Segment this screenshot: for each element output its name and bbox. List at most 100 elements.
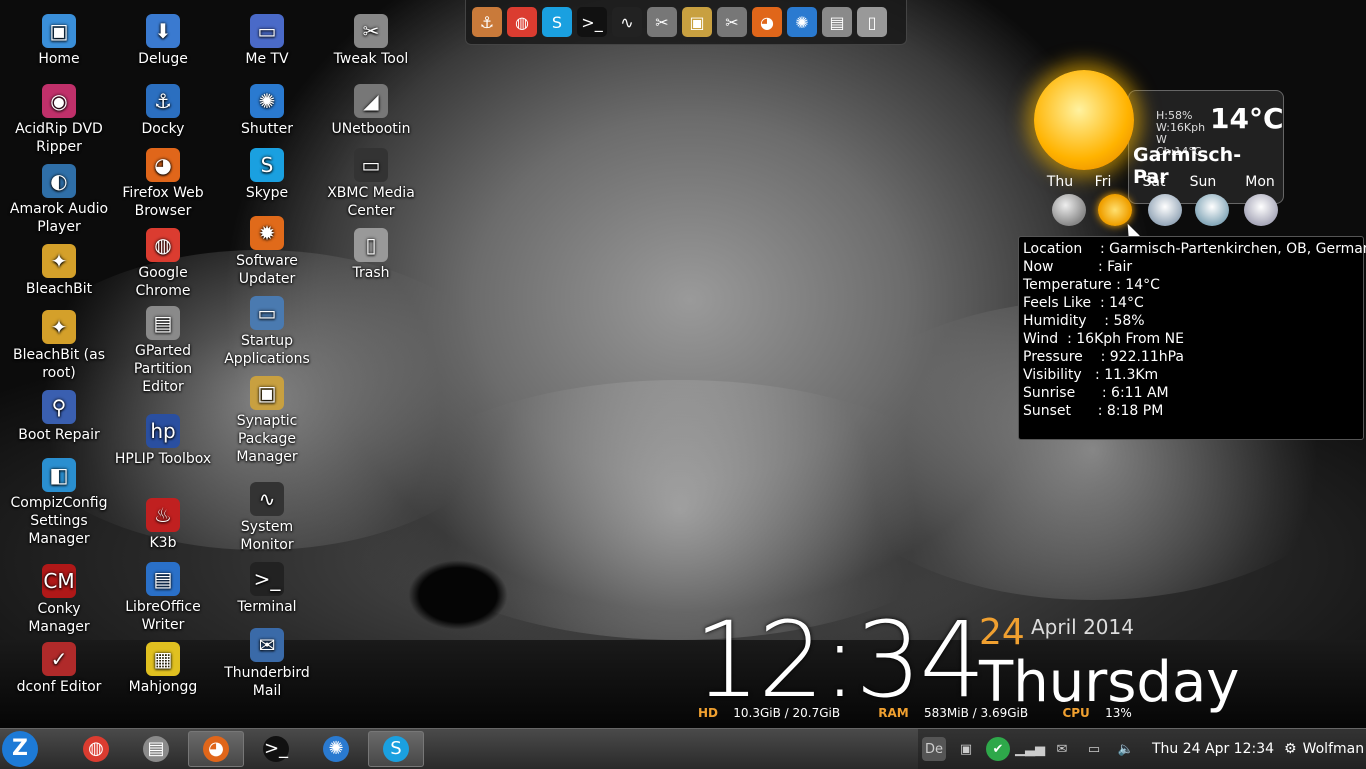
tooltip-line: Sunrise : 6:11 AM	[1023, 385, 1169, 401]
dvd-icon: ◉	[42, 84, 76, 118]
conky-icon: CM	[42, 564, 76, 598]
desktop-icon-updater[interactable]: ✹ Software Updater	[215, 216, 319, 288]
keyboard-layout-icon[interactable]: De	[922, 737, 946, 761]
desktop-icon-bleachbit[interactable]: ✦ BleachBit	[7, 244, 111, 298]
check-icon[interactable]: ✔	[986, 737, 1010, 761]
forecast-day-4: Sun	[1189, 174, 1217, 190]
desktop-icon-label: Home	[38, 51, 80, 67]
desktop-icon-tweak-tool[interactable]: ✂ Tweak Tool	[319, 14, 423, 68]
gamepad-icon[interactable]: ▣	[954, 737, 978, 761]
desktop-icon-bleachbit-root[interactable]: ✦ BleachBit (as root)	[7, 310, 111, 382]
desktop-icon-thunderbird[interactable]: ✉ Thunderbird Mail	[215, 628, 319, 700]
battery-icon[interactable]: ▭	[1082, 737, 1106, 761]
dock-tweak-tool-icon[interactable]: ✂	[647, 7, 677, 37]
taskbar-chrome-icon[interactable]: ◍	[68, 731, 124, 767]
bleachbit-root-icon: ✦	[42, 310, 76, 344]
dock-chrome-icon[interactable]: ◍	[507, 7, 537, 37]
dock-firefox-icon[interactable]: ◕	[752, 7, 782, 37]
desktop-icon-firefox[interactable]: ◕ Firefox Web Browser	[111, 148, 215, 220]
dock-tweak-tool-2-icon[interactable]: ✂	[717, 7, 747, 37]
dconf-icon: ✓	[42, 642, 76, 676]
dock-shutter-icon[interactable]: ✺	[787, 7, 817, 37]
desktop-icon-k3b[interactable]: ♨ K3b	[111, 498, 215, 552]
taskbar-shutter-icon[interactable]: ✺	[308, 731, 364, 767]
tweak-tool-icon: ✂	[354, 14, 388, 48]
desktop-icon-writer[interactable]: ▤ LibreOffice Writer	[111, 562, 215, 634]
desktop-icon-hplip[interactable]: hp HPLIP Toolbox	[111, 414, 215, 468]
desktop-icon-deluge[interactable]: ⬇ Deluge	[111, 14, 215, 68]
dock-docky-icon[interactable]: ⚓	[472, 7, 502, 37]
desktop-icon-mahjongg[interactable]: ▦ Mahjongg	[111, 642, 215, 696]
tooltip-line: Pressure : 922.11hPa	[1023, 349, 1184, 365]
dock-synaptic-icon[interactable]: ▣	[682, 7, 712, 37]
desktop-icon-gparted[interactable]: ▤ GParted Partition Editor	[111, 306, 215, 396]
bleachbit-icon: ✦	[42, 244, 76, 278]
unetbootin-icon: ◢	[354, 84, 388, 118]
sun-small-icon	[1098, 194, 1132, 226]
taskbar-skype-icon[interactable]: S	[368, 731, 424, 767]
desktop-icon-xbmc[interactable]: ▭ XBMC Media Center	[319, 148, 423, 220]
desktop-icon-unetbootin[interactable]: ◢ UNetbootin	[319, 84, 423, 138]
desktop-icon-tv[interactable]: ▭ Me TV	[215, 14, 319, 68]
dock-gparted-icon[interactable]: ▤	[822, 7, 852, 37]
desktop-icon-folder-home[interactable]: ▣ Home	[7, 14, 111, 68]
desktop-icon-startup[interactable]: ▭ Startup Applications	[215, 296, 319, 368]
desktop-icon-boot-repair[interactable]: ⚲ Boot Repair	[7, 390, 111, 444]
desktop-icon-shutter[interactable]: ✺ Shutter	[215, 84, 319, 138]
forecast-day-2: Fri	[1094, 174, 1112, 190]
tooltip-line: Feels Like : 14°C	[1023, 295, 1144, 311]
dock-system-monitor-icon[interactable]: ∿	[612, 7, 642, 37]
desktop-icon-label: LibreOffice Writer	[125, 599, 201, 633]
desktop-icon-label: XBMC Media Center	[327, 185, 415, 219]
user-menu-gear-icon[interactable]: ⚙	[1284, 741, 1297, 757]
network-signal-icon[interactable]: ▁▃▅	[1015, 737, 1045, 761]
desktop-icon-skype[interactable]: S Skype	[215, 148, 319, 202]
desktop-icon-dconf[interactable]: ✓ dconf Editor	[7, 642, 111, 696]
dock-terminal-icon[interactable]: >_	[577, 7, 607, 37]
thunderbird-icon: ✉	[250, 628, 284, 662]
tray-datetime[interactable]: Thu 24 Apr 12:34	[1152, 741, 1274, 757]
desktop-icon-label: Skype	[245, 185, 289, 201]
desktop-icon-label: Software Updater	[236, 253, 298, 287]
skype-icon: S	[250, 148, 284, 182]
tooltip-line: Humidity : 58%	[1023, 313, 1145, 329]
desktop-icon-label: Amarok Audio Player	[9, 201, 109, 235]
taskbar-gparted-icon[interactable]: ▤	[128, 731, 184, 767]
desktop-icon-docky[interactable]: ⚓ Docky	[111, 84, 215, 138]
desktop-icon-label: Terminal	[237, 599, 297, 615]
desktop-icon-label: Thunderbird Mail	[224, 665, 310, 699]
clock-month-year: April 2014	[1031, 615, 1134, 639]
taskbar-firefox-icon[interactable]: ◕	[188, 731, 244, 767]
firefox-icon: ◕	[203, 736, 229, 762]
desktop-icon-dvd[interactable]: ◉ AcidRip DVD Ripper	[7, 84, 111, 156]
desktop-icon-terminal[interactable]: >_ Terminal	[215, 562, 319, 616]
volume-icon[interactable]: 🔈	[1114, 737, 1138, 761]
desktop-icon-trash[interactable]: ▯ Trash	[319, 228, 423, 282]
dock-skype-icon[interactable]: S	[542, 7, 572, 37]
chrome-icon: ◍	[83, 736, 109, 762]
desktop-icon-label: BleachBit (as root)	[12, 347, 106, 381]
zorin-menu-button[interactable]: Z	[2, 731, 38, 767]
forecast-day-3: Sat	[1142, 174, 1166, 190]
boot-repair-icon: ⚲	[42, 390, 76, 424]
tray-username[interactable]: Wolfman	[1303, 741, 1365, 757]
cpu-value: 13%	[1105, 706, 1132, 720]
desktop-icon-system-monitor[interactable]: ∿ System Monitor	[215, 482, 319, 554]
tooltip-line: Sunset : 8:18 PM	[1023, 403, 1164, 419]
shutter-icon: ✺	[250, 84, 284, 118]
dock-trash-icon[interactable]: ▯	[857, 7, 887, 37]
desktop-icon-compiz[interactable]: ◧ CompizConfig Settings Manager	[7, 458, 111, 548]
desktop-icon-label: HPLIP Toolbox	[114, 451, 212, 467]
taskbar-terminal-icon[interactable]: >_	[248, 731, 304, 767]
desktop-icon-label: CompizConfig Settings Manager	[10, 495, 108, 547]
desktop-icon-amarok[interactable]: ◐ Amarok Audio Player	[7, 164, 111, 236]
hd-value: 10.3GiB / 20.7GiB	[733, 706, 841, 720]
synaptic-icon: ▣	[250, 376, 284, 410]
desktop-icon-synaptic[interactable]: ▣ Synaptic Package Manager	[215, 376, 319, 466]
updater-icon: ✹	[250, 216, 284, 250]
desktop-icon-conky[interactable]: CM Conky Manager	[7, 564, 111, 636]
gparted-icon: ▤	[143, 736, 169, 762]
desktop-icon-chrome[interactable]: ◍ Google Chrome	[111, 228, 215, 300]
mail-icon[interactable]: ✉	[1050, 737, 1074, 761]
desktop-icon-label: Firefox Web Browser	[122, 185, 204, 219]
